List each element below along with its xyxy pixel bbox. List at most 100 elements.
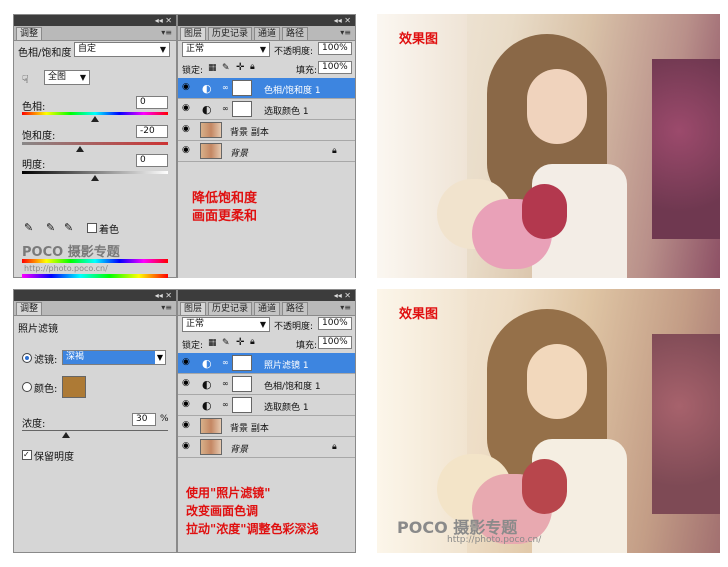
panel-menu-icon[interactable]: ▾≡ <box>340 303 351 312</box>
eye-icon[interactable]: ◉ <box>182 358 192 367</box>
layer-row[interactable]: ◉ 背景 副本 <box>178 416 355 437</box>
layer-row[interactable]: ◉ 背景 🔒︎ <box>178 437 355 458</box>
tab-paths[interactable]: 路径 <box>282 302 309 315</box>
layer-name: 色相/饱和度 1 <box>264 382 321 392</box>
result-photo-bottom: 效果图 POCO 摄影专题 http://photo.poco.cn/ <box>377 289 720 553</box>
filter-color-swatch[interactable] <box>62 376 86 398</box>
panel-collapse-strip[interactable]: ◂◂ ✕ <box>14 290 176 301</box>
opacity-input[interactable]: 100% <box>318 42 352 55</box>
tab-layers[interactable]: 图层 <box>180 27 207 40</box>
lock-position-icon[interactable]: ✛ <box>236 337 244 348</box>
annotation-line-2: 画面更柔和 <box>192 209 258 224</box>
eye-icon[interactable]: ◉ <box>182 442 192 451</box>
panel-collapse-strip[interactable]: ◂◂ ✕ <box>178 15 355 26</box>
layer-row[interactable]: ◉ ◐ ∞ 照片滤镜 1 <box>178 353 355 374</box>
panel-menu-icon[interactable]: ▾≡ <box>161 303 172 312</box>
lock-pixels-icon[interactable]: ✎ <box>222 338 230 348</box>
link-icon: ∞ <box>222 358 229 367</box>
layer-row[interactable]: ◉ ◐ ∞ 选取颜色 1 <box>178 395 355 416</box>
channel-select[interactable]: 全图 ▼ <box>44 70 90 85</box>
tab-channels[interactable]: 通道 <box>254 302 281 315</box>
density-input[interactable]: 30 <box>132 413 156 426</box>
color-radio[interactable] <box>22 382 32 392</box>
layer-mask-thumbnail[interactable] <box>232 80 252 96</box>
lock-all-icon[interactable]: 🔒︎ <box>250 337 255 347</box>
tab-history[interactable]: 历史记录 <box>208 27 253 40</box>
eye-icon[interactable]: ◉ <box>182 400 192 409</box>
chevron-down-icon: ▼ <box>259 320 266 329</box>
lock-transparency-icon[interactable]: ▦ <box>208 63 217 73</box>
preset-select[interactable]: 自定 ▼ <box>74 42 170 57</box>
tab-paths[interactable]: 路径 <box>282 27 309 40</box>
layer-row[interactable]: ◉ ◐ ∞ 色相/饱和度 1 <box>178 78 355 99</box>
opacity-value: 100% <box>322 43 348 53</box>
preserve-luminosity-checkbox[interactable]: ✓ <box>22 450 32 460</box>
eye-icon[interactable]: ◉ <box>182 125 192 134</box>
layer-row[interactable]: ◉ 背景 副本 <box>178 120 355 141</box>
density-slider-thumb[interactable] <box>62 432 70 438</box>
lock-position-icon[interactable]: ✛ <box>236 62 244 73</box>
layer-mask-thumbnail[interactable] <box>232 397 252 413</box>
tab-history[interactable]: 历史记录 <box>208 302 253 315</box>
saturation-input[interactable]: -20 <box>136 125 168 138</box>
preserve-luminosity-label: 保留明度 <box>34 452 74 463</box>
layer-mask-thumbnail[interactable] <box>232 355 252 371</box>
filter-radio[interactable] <box>22 353 32 363</box>
layer-image-thumbnail <box>200 418 222 434</box>
layer-name: 背景 <box>230 149 249 159</box>
colorize-checkbox[interactable] <box>87 223 97 233</box>
eye-icon[interactable]: ◉ <box>182 146 192 155</box>
saturation-slider-thumb[interactable] <box>76 146 84 152</box>
layer-row[interactable]: ◉ 背景 🔒︎ <box>178 141 355 162</box>
eyedropper-icon[interactable]: ✎ <box>24 221 33 234</box>
lightness-label: 明度: <box>22 160 46 171</box>
panel-menu-icon[interactable]: ▾≡ <box>161 28 172 37</box>
adjustments-panel-top: ◂◂ ✕ 调整 ▾≡ 色相/饱和度 自定 ▼ ☟ 全图 ▼ 色相: 0 饱和度: -… <box>13 14 177 278</box>
lightness-slider-track[interactable] <box>22 171 168 174</box>
lock-transparency-icon[interactable]: ▦ <box>208 338 217 348</box>
eye-icon[interactable]: ◉ <box>182 379 192 388</box>
eye-icon[interactable]: ◉ <box>182 104 192 113</box>
fill-label: 填充: <box>296 66 318 76</box>
hand-adjust-icon[interactable]: ☟ <box>22 73 29 86</box>
opacity-input[interactable]: 100% <box>318 317 352 330</box>
density-unit: % <box>160 414 169 424</box>
lock-pixels-icon[interactable]: ✎ <box>222 63 230 73</box>
colorize-label: 着色 <box>99 225 119 236</box>
tab-adjustments[interactable]: 调整 <box>16 27 43 40</box>
chevron-down-icon: ▼ <box>159 45 166 54</box>
hue-input[interactable]: 0 <box>136 96 168 109</box>
tab-adjustments[interactable]: 调整 <box>16 302 43 315</box>
panel-collapse-strip[interactable]: ◂◂ ✕ <box>14 15 176 26</box>
fill-input[interactable]: 100% <box>318 61 352 74</box>
panel-collapse-strip[interactable]: ◂◂ ✕ <box>178 290 355 301</box>
tab-channels[interactable]: 通道 <box>254 27 281 40</box>
layer-mask-thumbnail[interactable] <box>232 101 252 117</box>
blend-mode-select[interactable]: 正常 ▼ <box>182 317 270 332</box>
filter-select[interactable]: 深褐 ▼ <box>62 350 166 365</box>
eyedropper-plus-icon[interactable]: ✎ <box>46 221 55 234</box>
lock-all-icon[interactable]: 🔒︎ <box>250 62 255 72</box>
density-slider-track[interactable] <box>22 430 168 431</box>
hue-slider-thumb[interactable] <box>91 116 99 122</box>
hue-slider-track[interactable] <box>22 112 168 115</box>
lightness-input[interactable]: 0 <box>136 154 168 167</box>
layer-mask-thumbnail[interactable] <box>232 376 252 392</box>
lightness-slider-thumb[interactable] <box>91 175 99 181</box>
link-icon: ∞ <box>222 400 229 409</box>
density-label: 浓度: <box>22 419 46 430</box>
blend-mode-select[interactable]: 正常 ▼ <box>182 42 270 57</box>
lock-icon: 🔒︎ <box>332 442 337 452</box>
eye-icon[interactable]: ◉ <box>182 83 192 92</box>
annotation-line-1: 降低饱和度 <box>192 191 258 206</box>
saturation-slider-track[interactable] <box>22 142 168 145</box>
layer-row[interactable]: ◉ ◐ ∞ 选取颜色 1 <box>178 99 355 120</box>
fill-value: 100% <box>322 62 348 72</box>
layer-row[interactable]: ◉ ◐ ∞ 色相/饱和度 1 <box>178 374 355 395</box>
fill-input[interactable]: 100% <box>318 336 352 349</box>
eye-icon[interactable]: ◉ <box>182 421 192 430</box>
poco-logo-watermark: POCO 摄影专题 <box>22 245 120 260</box>
panel-menu-icon[interactable]: ▾≡ <box>340 28 351 37</box>
eyedropper-minus-icon[interactable]: ✎ <box>64 221 73 234</box>
tab-layers[interactable]: 图层 <box>180 302 207 315</box>
